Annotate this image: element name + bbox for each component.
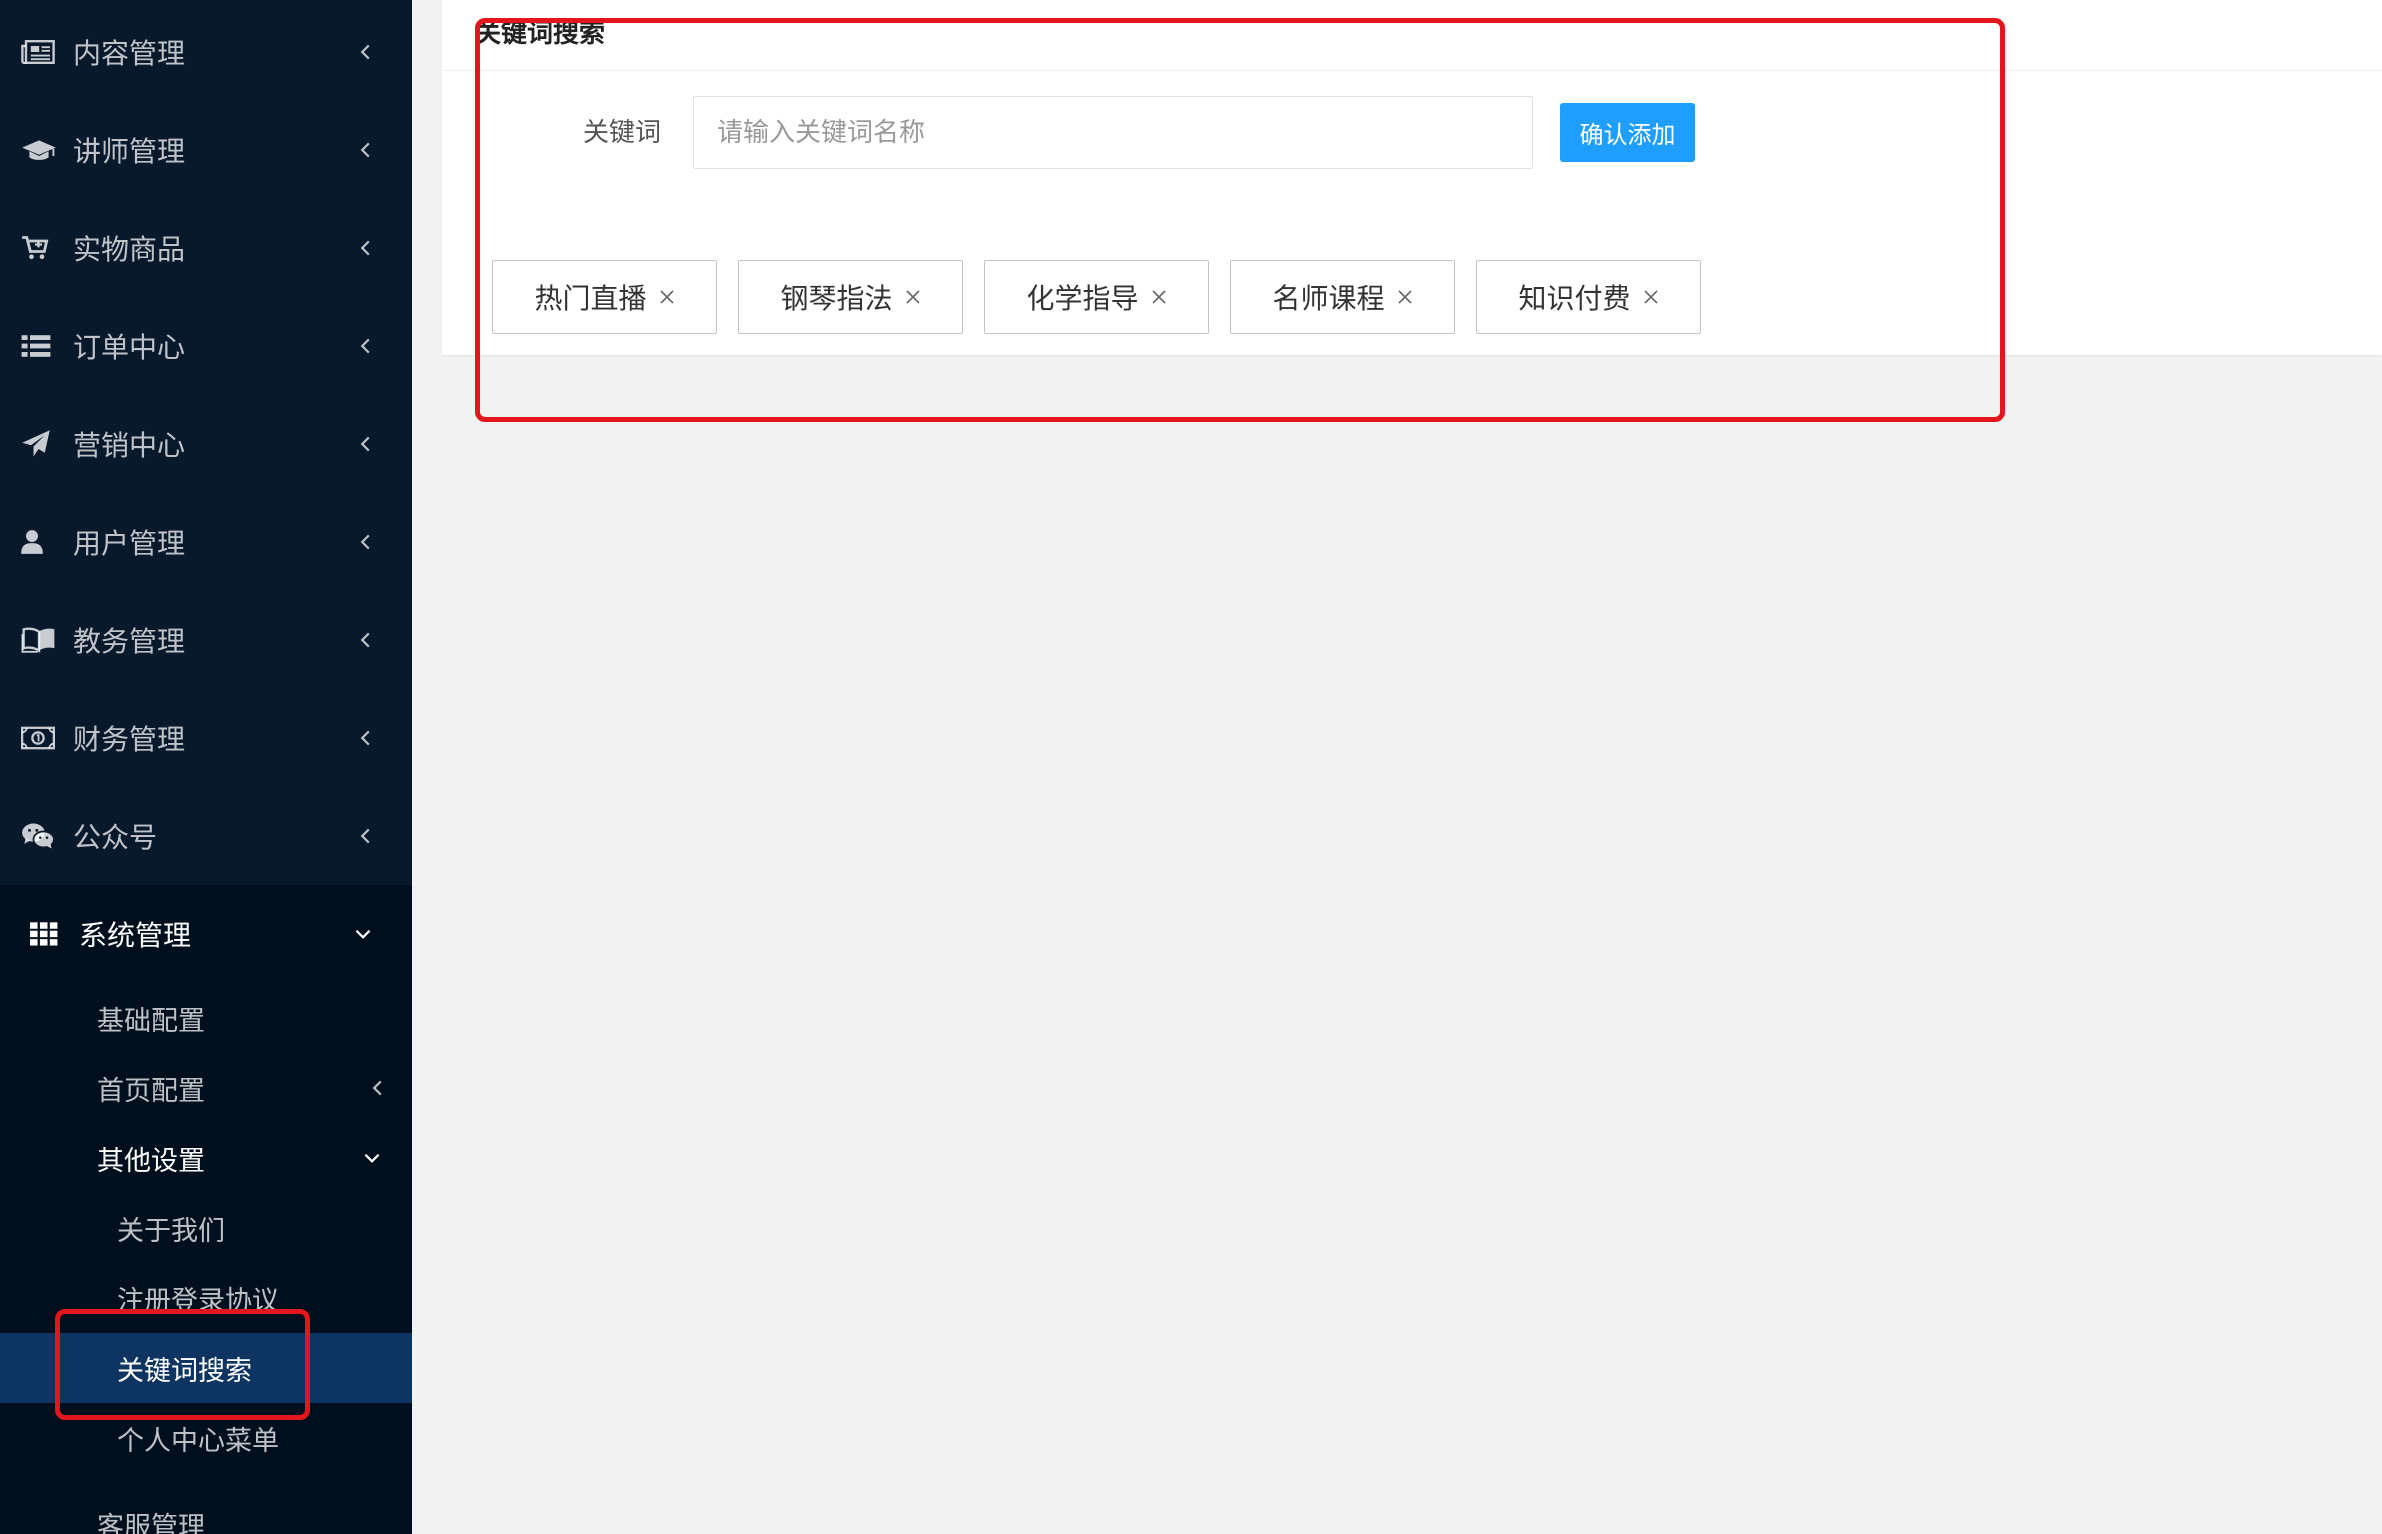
sidebar-item-customer-service[interactable]: 客服管理 [0, 1489, 412, 1534]
sidebar-item-label: 营销中心 [73, 430, 186, 461]
sidebar-item-keyword-search[interactable]: 关键词搜索 [0, 1333, 412, 1403]
chevron-left-icon [360, 631, 371, 649]
sidebar-item-finance[interactable]: 财务管理 [0, 689, 412, 787]
sidebar-item-register-agreement[interactable]: 注册登录协议 [0, 1263, 412, 1333]
sidebar-item-lecturers[interactable]: 讲师管理 [0, 101, 412, 199]
submenu-spacer [0, 1473, 412, 1489]
close-icon[interactable] [1151, 289, 1167, 305]
chevron-left-icon [360, 141, 371, 159]
sidebar-item-label: 公众号 [73, 822, 158, 853]
chevron-left-icon [372, 1079, 383, 1097]
keyword-tag-label: 钢琴指法 [780, 283, 893, 314]
sidebar-item-academic[interactable]: 教务管理 [0, 591, 412, 689]
sidebar-item-other-settings[interactable]: 其他设置 [0, 1123, 412, 1193]
keyword-tag-label: 热门直播 [534, 283, 647, 314]
chevron-left-icon [360, 337, 371, 355]
sidebar-item-label: 首页配置 [97, 1075, 205, 1106]
keyword-tag-label: 名师课程 [1272, 283, 1385, 314]
money-icon [21, 719, 59, 757]
newspaper-icon [21, 33, 59, 71]
keyword-tag: 名师课程 [1230, 260, 1455, 334]
graduation-cap-icon [21, 131, 59, 169]
sidebar-item-basic-config[interactable]: 基础配置 [0, 983, 412, 1053]
close-icon[interactable] [659, 289, 675, 305]
chevron-left-icon [360, 827, 371, 845]
sidebar-item-label: 关键词搜索 [117, 1355, 252, 1386]
keyword-tag-label: 知识付费 [1518, 283, 1631, 314]
keyword-input[interactable] [693, 96, 1533, 169]
chevron-left-icon [360, 435, 371, 453]
sidebar-item-users[interactable]: 用户管理 [0, 493, 412, 591]
sidebar-item-label: 用户管理 [73, 528, 186, 559]
sidebar-item-label: 注册登录协议 [117, 1285, 279, 1316]
chevron-left-icon [360, 729, 371, 747]
grid-icon [30, 915, 58, 953]
sidebar-item-orders[interactable]: 订单中心 [0, 297, 412, 395]
keyword-tag-list: 热门直播 钢琴指法 化学指导 名师课程 知识付费 [492, 260, 1701, 334]
sidebar-item-label: 其他设置 [97, 1145, 205, 1176]
keyword-tag: 热门直播 [492, 260, 717, 334]
keyword-tag: 化学指导 [984, 260, 1209, 334]
sidebar-item-personal-center-menu[interactable]: 个人中心菜单 [0, 1403, 412, 1473]
keyword-search-card: 关键词搜索 关键词 确认添加 热门直播 钢琴指法 化学指导 名师课程 知 [442, 0, 2382, 355]
user-icon [21, 523, 59, 561]
sidebar-menu: 内容管理 讲师管理 实物商品 订单中心 营销中心 用户管理 教务管理 财务管理 … [0, 0, 412, 885]
sidebar-item-label: 讲师管理 [73, 136, 186, 167]
chevron-left-icon [360, 43, 371, 61]
chevron-down-icon [354, 929, 372, 940]
keyword-tag: 钢琴指法 [738, 260, 963, 334]
book-icon [21, 621, 59, 659]
chevron-down-icon [363, 1153, 381, 1164]
card-title: 关键词搜索 [475, 18, 606, 48]
paper-plane-icon [21, 425, 59, 463]
sidebar-item-label: 基础配置 [97, 1005, 205, 1036]
close-icon[interactable] [1397, 289, 1413, 305]
cart-icon [21, 229, 59, 267]
close-icon[interactable] [905, 289, 921, 305]
sidebar-item-marketing[interactable]: 营销中心 [0, 395, 412, 493]
list-icon [21, 327, 59, 365]
keyword-label: 关键词 [582, 117, 661, 147]
sidebar-item-physical-goods[interactable]: 实物商品 [0, 199, 412, 297]
sidebar-item-homepage-config[interactable]: 首页配置 [0, 1053, 412, 1123]
sidebar-item-official-account[interactable]: 公众号 [0, 787, 412, 885]
sidebar-item-label: 订单中心 [73, 332, 186, 363]
keyword-tag-label: 化学指导 [1026, 283, 1139, 314]
sidebar: 内容管理 讲师管理 实物商品 订单中心 营销中心 用户管理 教务管理 财务管理 … [0, 0, 412, 1534]
sidebar-item-label: 内容管理 [73, 38, 186, 69]
keyword-tag: 知识付费 [1476, 260, 1701, 334]
sidebar-item-label: 系统管理 [79, 920, 192, 951]
confirm-add-button[interactable]: 确认添加 [1560, 103, 1695, 162]
main-content: 关键词搜索 关键词 确认添加 热门直播 钢琴指法 化学指导 名师课程 知 [412, 0, 2382, 1534]
sidebar-item-system[interactable]: 系统管理 [0, 885, 412, 983]
card-header: 关键词搜索 [442, 0, 2382, 71]
sidebar-item-label: 教务管理 [73, 626, 186, 657]
sidebar-item-label: 关于我们 [117, 1215, 225, 1246]
sidebar-item-label: 财务管理 [73, 724, 186, 755]
sidebar-item-about-us[interactable]: 关于我们 [0, 1193, 412, 1263]
sidebar-item-label: 个人中心菜单 [117, 1425, 279, 1456]
chevron-left-icon [360, 239, 371, 257]
chevron-left-icon [360, 533, 371, 551]
sidebar-item-label: 客服管理 [97, 1511, 205, 1534]
sidebar-submenu-system: 系统管理 基础配置 首页配置 其他设置 关于我们 注册登录协议 关键词搜索 个人… [0, 885, 412, 1534]
sidebar-item-label: 实物商品 [73, 234, 186, 265]
sidebar-item-content[interactable]: 内容管理 [0, 3, 412, 101]
wechat-icon [21, 817, 59, 855]
close-icon[interactable] [1643, 289, 1659, 305]
